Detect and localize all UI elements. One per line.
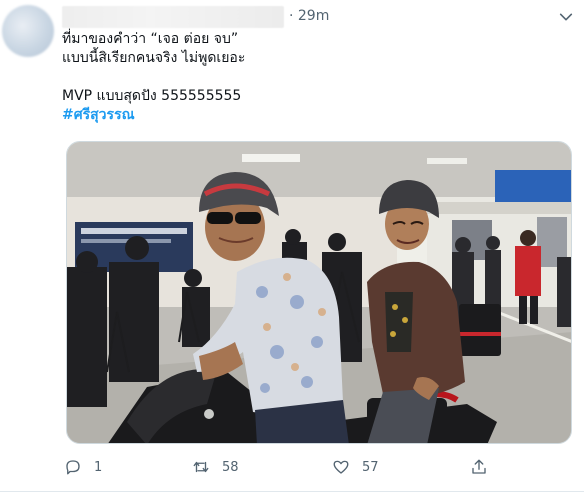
photo-scene [67, 142, 571, 443]
tweet-text: ที่มาของคำว่า “เจอ ต่อย จบ” แบบนี้สิเรีย… [62, 30, 562, 125]
like-button[interactable]: 57 [332, 456, 379, 478]
tweet-header: · 29m [62, 6, 574, 28]
heart-icon [333, 460, 349, 474]
reply-icon [66, 460, 80, 475]
tweet[interactable]: · 29m ที่มาของคำว่า “เจอ ต่อย จบ” แบบนี้… [0, 0, 584, 492]
share-button[interactable] [470, 456, 488, 478]
tweet-timestamp[interactable]: · 29m [289, 8, 329, 24]
chevron-down-icon[interactable] [558, 9, 574, 25]
retweet-button[interactable]: 58 [192, 456, 239, 478]
retweet-icon [193, 461, 209, 473]
like-count: 57 [362, 459, 379, 475]
retweet-count: 58 [222, 459, 239, 475]
tweet-text-line: MVP แบบสุดปัง 555555555 [62, 88, 242, 104]
tweet-text-line [62, 68, 562, 87]
share-icon [472, 459, 486, 474]
tweet-text-line: แบบนี้สิเรียกคนจริง ไม่พูดเยอะ [62, 50, 246, 66]
tweet-text-line: ที่มาของคำว่า “เจอ ต่อย จบ” [62, 31, 239, 47]
avatar[interactable] [2, 5, 54, 57]
redacted-username [62, 6, 284, 28]
tweet-actions: 1 58 57 [62, 456, 572, 478]
reply-button[interactable]: 1 [64, 456, 102, 478]
reply-count: 1 [94, 459, 103, 475]
tweet-photo[interactable] [66, 141, 572, 444]
hashtag-link[interactable]: #ศรีสุวรรณ [62, 106, 562, 125]
